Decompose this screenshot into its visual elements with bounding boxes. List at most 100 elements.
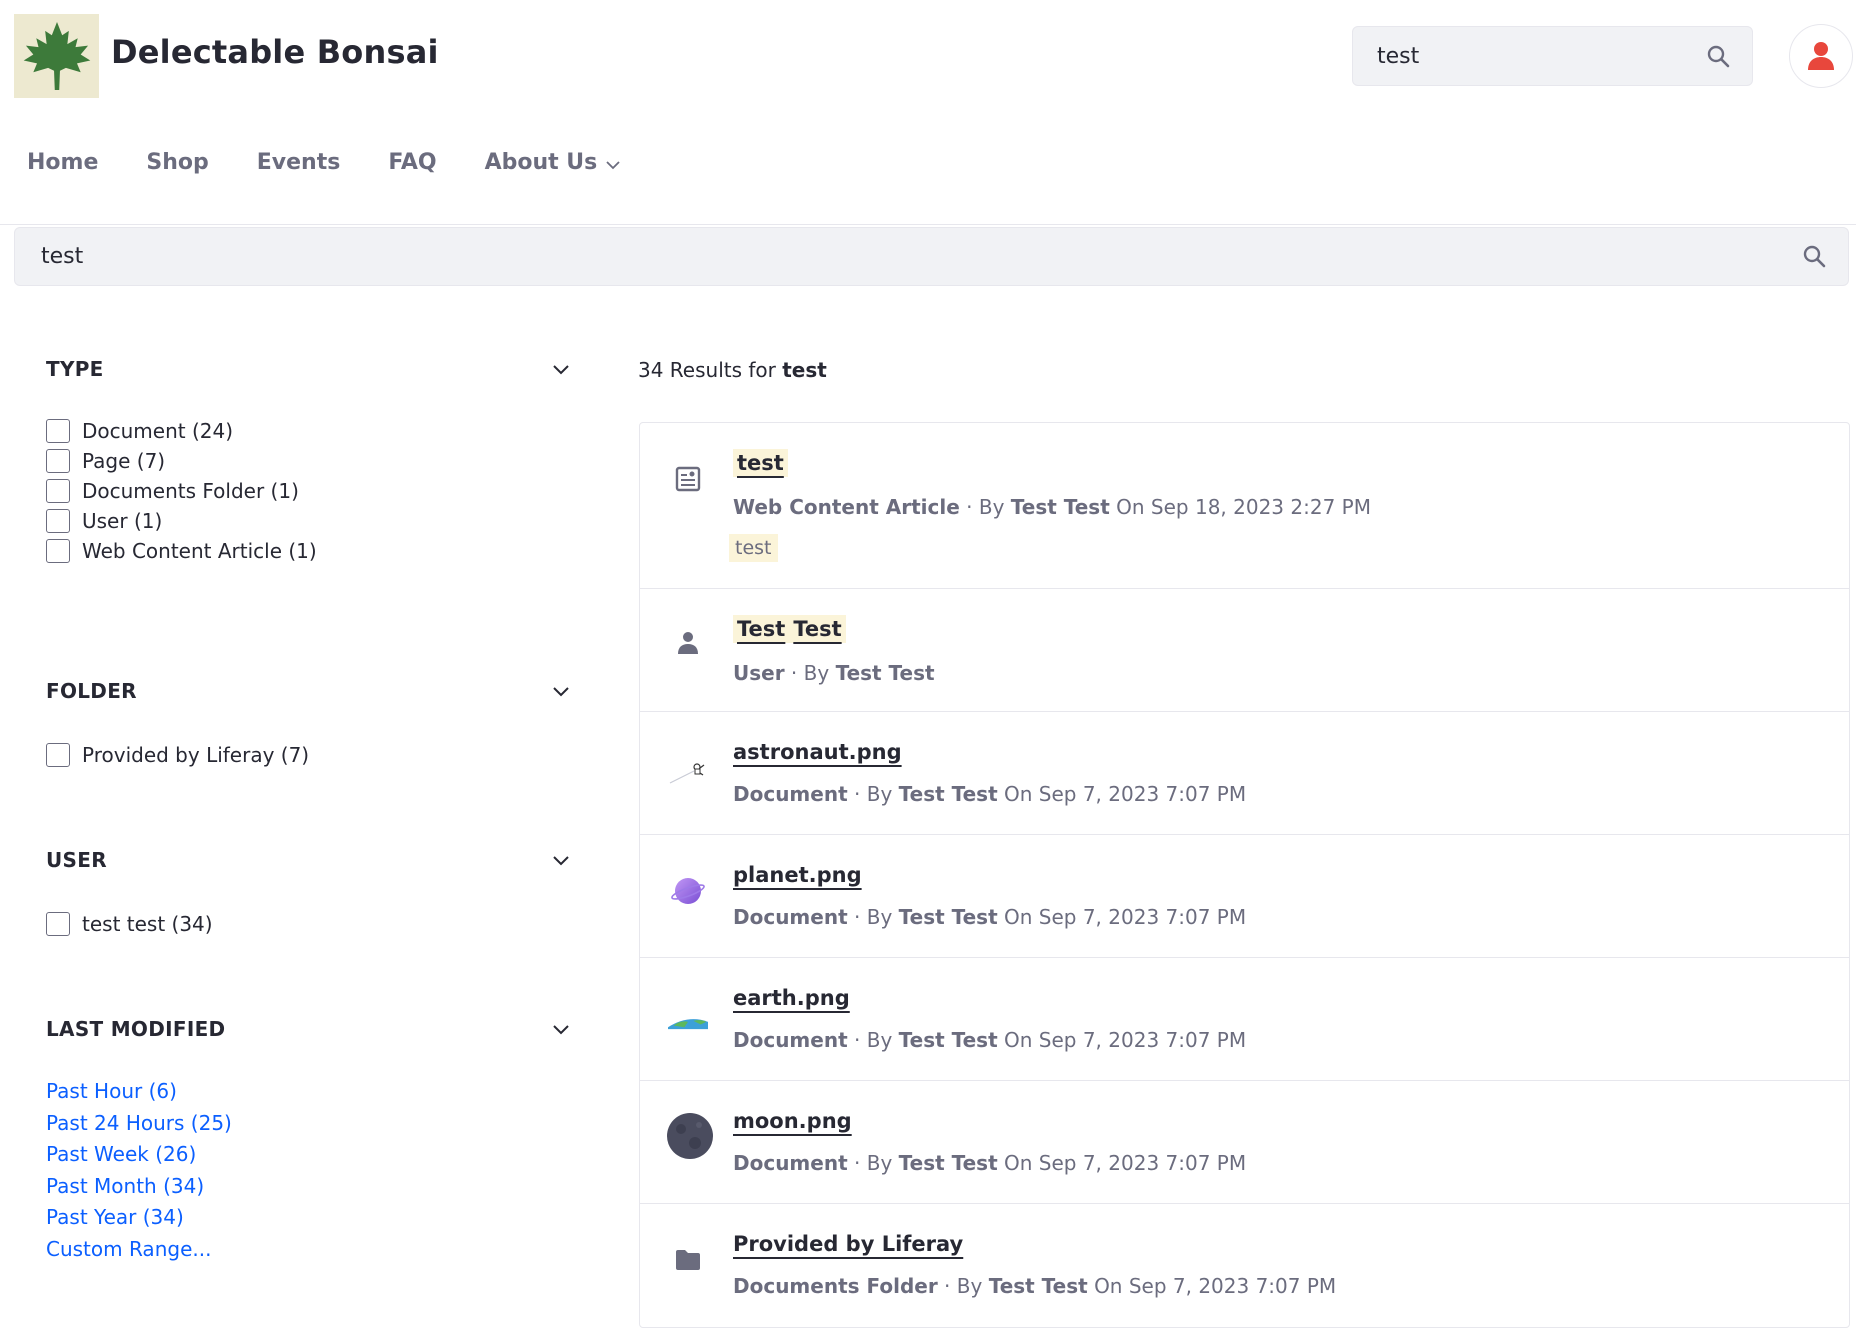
result-date: On Sep 18, 2023 2:27 PM: [1116, 495, 1371, 519]
date-range-link[interactable]: Past 24 Hours (25): [46, 1108, 586, 1140]
result-title[interactable]: Test Test: [733, 615, 846, 643]
date-range-link[interactable]: Past Week (26): [46, 1139, 586, 1171]
web-content-article-icon: [668, 459, 708, 499]
results-list: test Web Content Article · By Test Test …: [639, 422, 1850, 1328]
nav-divider: [0, 224, 1856, 225]
site-name[interactable]: Delectable Bonsai: [111, 33, 439, 71]
result-title[interactable]: Provided by Liferay: [733, 1232, 963, 1256]
custom-range-link[interactable]: Custom Range...: [46, 1234, 586, 1266]
result-meta: Document · By Test Test On Sep 7, 2023 7…: [733, 1028, 1247, 1052]
result-item: test Web Content Article · By Test Test …: [640, 423, 1849, 589]
search-icon[interactable]: [1706, 44, 1730, 72]
facet-title: TYPE: [46, 357, 104, 381]
facet-option-label: Page (7): [82, 449, 166, 473]
result-title[interactable]: test: [733, 449, 788, 477]
result-by: By: [956, 1274, 983, 1298]
facet-title: LAST MODIFIED: [46, 1017, 226, 1041]
planet-thumbnail: [668, 871, 708, 911]
site-logo[interactable]: [14, 14, 99, 98]
facet-user: USER test test (34): [46, 845, 586, 939]
results-count: 34 Results for: [638, 358, 776, 382]
header-search-input[interactable]: [1377, 27, 1697, 85]
earth-thumbnail: [668, 1000, 708, 1040]
result-date: On Sep 7, 2023 7:07 PM: [1094, 1274, 1337, 1298]
facet-title: FOLDER: [46, 679, 137, 703]
user-avatar-button[interactable]: [1789, 24, 1853, 88]
result-title[interactable]: planet.png: [733, 863, 862, 887]
checkbox[interactable]: [46, 912, 70, 936]
moon-thumbnail: [665, 1111, 715, 1161]
chevron-down-icon: [606, 160, 620, 169]
date-range-link[interactable]: Past Year (34): [46, 1202, 586, 1234]
result-meta: Web Content Article · By Test Test On Se…: [733, 495, 1371, 519]
result-item: earth.png Document · By Test Test On Sep…: [640, 958, 1849, 1081]
nav-item-shop[interactable]: Shop: [146, 150, 208, 175]
result-title-text: Test: [789, 615, 846, 643]
result-meta: Documents Folder · By Test Test On Sep 7…: [733, 1274, 1337, 1298]
checkbox[interactable]: [46, 743, 70, 767]
result-type: Document: [733, 1028, 848, 1052]
result-by: By: [803, 661, 830, 685]
result-date: On Sep 7, 2023 7:07 PM: [1004, 1151, 1247, 1175]
nav-item-home[interactable]: Home: [27, 150, 98, 175]
checkbox[interactable]: [46, 509, 70, 533]
result-meta: Document · By Test Test On Sep 7, 2023 7…: [733, 1151, 1247, 1175]
chevron-down-icon[interactable]: [546, 845, 576, 875]
nav-label: Home: [27, 150, 99, 175]
result-date: On Sep 7, 2023 7:07 PM: [1004, 782, 1247, 806]
nav-item-faq[interactable]: FAQ: [388, 150, 436, 175]
chevron-down-icon[interactable]: [546, 354, 576, 384]
checkbox[interactable]: [46, 539, 70, 563]
checkbox[interactable]: [46, 479, 70, 503]
result-by: By: [866, 1028, 893, 1052]
facet-option-label: Document (24): [82, 419, 234, 443]
result-author: Test Test: [898, 782, 998, 806]
result-author: Test Test: [898, 1028, 998, 1052]
results-query: test: [782, 358, 827, 382]
facet-option[interactable]: Page (7): [46, 446, 586, 476]
checkbox[interactable]: [46, 449, 70, 473]
nav-item-about-us[interactable]: About Us: [485, 150, 622, 175]
facet-option[interactable]: Provided by Liferay (7): [46, 740, 586, 770]
result-author: Test Test: [1010, 495, 1110, 519]
date-range-link[interactable]: Past Month (34): [46, 1171, 586, 1203]
result-title[interactable]: moon.png: [733, 1109, 852, 1133]
result-snippet: test: [729, 534, 778, 562]
nav-item-events[interactable]: Events: [257, 150, 341, 175]
result-item: moon.png Document · By Test Test On Sep …: [640, 1081, 1849, 1204]
result-item: planet.png Document · By Test Test On Se…: [640, 835, 1849, 958]
facet-type: TYPE Document (24) Page (7) Documents Fo…: [46, 354, 586, 566]
results-summary: 34 Results for test: [638, 358, 827, 382]
facet-option[interactable]: Web Content Article (1): [46, 536, 586, 566]
result-author: Test Test: [988, 1274, 1088, 1298]
chevron-down-icon[interactable]: [546, 676, 576, 706]
facet-option-label: User (1): [82, 509, 163, 533]
facet-title: USER: [46, 848, 107, 872]
main-search-input[interactable]: [41, 228, 1741, 285]
chevron-down-icon[interactable]: [546, 1014, 576, 1044]
result-title[interactable]: astronaut.png: [733, 740, 902, 764]
main-search-bar: [14, 227, 1849, 286]
result-item: Test Test User · By Test Test: [640, 589, 1849, 712]
facet-option-label: Documents Folder (1): [82, 479, 299, 503]
result-title[interactable]: earth.png: [733, 986, 850, 1010]
facet-option-label: test test (34): [82, 912, 213, 936]
result-date: On Sep 7, 2023 7:07 PM: [1004, 905, 1247, 929]
facet-option-label: Web Content Article (1): [82, 539, 317, 563]
result-by: By: [978, 495, 1005, 519]
facet-option-label: Provided by Liferay (7): [82, 743, 310, 767]
result-type: Document: [733, 1151, 848, 1175]
result-type: Document: [733, 782, 848, 806]
result-meta: Document · By Test Test On Sep 7, 2023 7…: [733, 782, 1247, 806]
date-range-link[interactable]: Past Hour (6): [46, 1076, 586, 1108]
facet-option[interactable]: Documents Folder (1): [46, 476, 586, 506]
facet-option[interactable]: test test (34): [46, 909, 586, 939]
result-type: Documents Folder: [733, 1274, 938, 1298]
result-type: User: [733, 661, 785, 685]
search-icon[interactable]: [1802, 244, 1826, 272]
checkbox[interactable]: [46, 419, 70, 443]
facet-option[interactable]: Document (24): [46, 416, 586, 446]
nav-label: About Us: [484, 150, 598, 175]
facet-option[interactable]: User (1): [46, 506, 586, 536]
user-icon: [1808, 42, 1834, 70]
